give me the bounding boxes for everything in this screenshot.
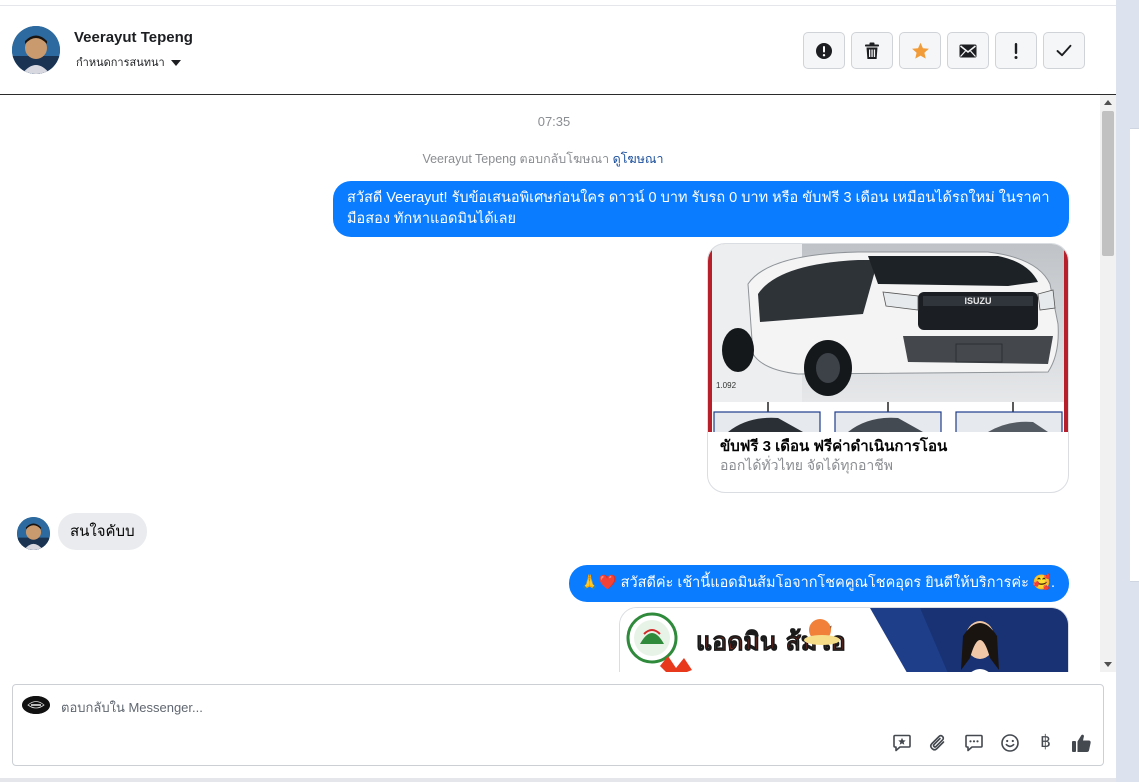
mark-spam-button[interactable] [803,32,845,69]
follow-up-button[interactable] [995,32,1037,69]
alert-circle-icon [816,42,832,59]
baht-icon: ฿ [1040,732,1051,752]
contact-avatar-small-image [17,517,50,550]
emoji-button[interactable] [998,731,1021,754]
ad-reply-note: Veerayut Tepeng ตอบกลับโฆษณา ดูโฆษณา [0,149,1086,169]
payment-button[interactable]: ฿ [1034,731,1057,754]
ad-card-description: ออกได้ทั่วไทย จัดได้ทุกอาชีพ [720,457,894,473]
contact-name[interactable]: Veerayut Tepeng [74,29,193,46]
send-like-button[interactable] [1070,731,1093,754]
assign-conversation-label: กำหนดการสนทนา [76,57,165,69]
page-avatar [22,696,50,714]
message-thread: 07:35 Veerayut Tepeng ตอบกลับโฆษณา ดูโฆษ… [0,95,1100,672]
attach-file-button[interactable] [926,731,949,754]
envelope-icon [959,44,977,57]
quick-replies-button[interactable] [962,731,985,754]
outgoing-message: สวัสดี Veerayut! รับข้อเสนอพิเศษก่อนใคร … [333,181,1069,237]
scroll-up-arrow-icon[interactable] [1104,100,1112,105]
saved-reply-icon [892,734,911,751]
thread-scrollbar[interactable] [1100,95,1116,672]
greeting-text: สวัสดีค่ะ เช้านี้แอดมินส้มโอจากโชคคูณโชค… [620,575,1029,591]
reply-input[interactable] [61,697,861,717]
greeting-prefix-emoji: 🙏❤️ [580,575,617,591]
plate-caption: 1.092 [716,381,737,390]
checkmark-icon [1056,44,1072,57]
assign-conversation-dropdown[interactable]: กำหนดการสนทนา [76,53,181,71]
contact-avatar-image [12,26,60,74]
mark-done-button[interactable] [1043,32,1085,69]
trash-icon [865,42,879,59]
incoming-message: สนใจคับบ [58,513,147,550]
mark-unread-button[interactable] [947,32,989,69]
adjacent-panel [1130,128,1139,582]
scroll-down-arrow-icon[interactable] [1104,662,1112,667]
thumbs-up-icon [1072,734,1091,752]
paperclip-icon [929,734,944,751]
greeting-suffix-emoji: 🥰. [1032,575,1055,591]
adjacent-panel-edge [1116,0,1139,782]
contact-avatar-small[interactable] [17,517,50,550]
contact-avatar[interactable] [12,26,60,74]
saved-reply-button[interactable] [890,731,913,754]
star-icon [911,42,929,59]
caret-down-icon [170,59,181,66]
truck-brand-text: ISUZU [965,296,992,306]
view-ad-link[interactable]: ดูโฆษณา [613,152,664,166]
scrollbar-thumb[interactable] [1102,111,1114,256]
delete-button[interactable] [851,32,893,69]
ad-card[interactable]: ISUZU 1.092 ขับฟรี 3 เดือน ฟรีค่าดำเนินก… [707,243,1069,493]
conversation-toolbar [803,32,1085,69]
reply-composer: ฿ [12,684,1104,766]
emoji-icon [1000,733,1019,752]
star-button[interactable] [899,32,941,69]
page-logo-icon [22,696,50,714]
pickup-truck-image: ISUZU 1.092 [708,244,1068,432]
exclamation-icon [1014,42,1018,59]
outgoing-message-greeting: 🙏❤️ สวัสดีค่ะ เช้านี้แอดมินส้มโอจากโชคคู… [568,565,1069,602]
admin-banner-image[interactable]: แอดมิน ส้มโอ [619,607,1069,672]
ad-reply-note-text: Veerayut Tepeng ตอบกลับโฆษณา [422,152,610,166]
messenger-inbox-window: Veerayut Tepeng กำหนดการสนทนา 07:35 Veer… [0,0,1116,778]
chat-bubble-icon [964,734,983,751]
message-timestamp: 07:35 [537,114,571,129]
conversation-header: Veerayut Tepeng กำหนดการสนทนา [0,6,1116,95]
composer-toolbar: ฿ [890,731,1093,754]
